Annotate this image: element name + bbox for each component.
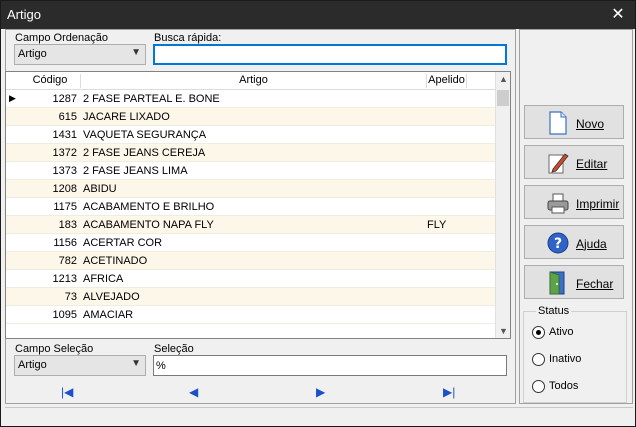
artigo-grid[interactable]: Código Artigo Apelido ▶ 1287 2 FASE PARTEA…	[5, 71, 511, 339]
cell-artigo: VAQUETA SEGURANÇA	[83, 129, 207, 141]
table-row[interactable]: 1431 VAQUETA SEGURANÇA	[6, 126, 496, 144]
sort-field-value: Artigo	[18, 48, 47, 60]
new-document-icon	[549, 111, 567, 135]
ajuda-button[interactable]: ? Ajuda	[524, 225, 624, 259]
table-row[interactable]: 615 JACARE LIXADO	[6, 108, 496, 126]
table-row[interactable]: 1208 ABIDU	[6, 180, 496, 198]
cell-artigo: ABIDU	[83, 183, 117, 195]
cell-codigo: 1095	[52, 309, 77, 321]
table-row[interactable]: 73 ALVEJADO	[6, 288, 496, 306]
printer-icon	[547, 193, 569, 214]
chevron-down-icon: ▼	[131, 47, 141, 58]
cell-artigo: ACETINADO	[83, 255, 148, 267]
quick-search-input[interactable]	[153, 44, 507, 65]
col-header-artigo[interactable]: Artigo	[81, 74, 427, 88]
cell-codigo: 615	[58, 111, 77, 123]
cell-artigo: 2 FASE JEANS CEREJA	[83, 147, 206, 159]
table-row[interactable]: 1373 2 FASE JEANS LIMA	[6, 162, 496, 180]
cell-artigo: ACABAMENTO E BRILHO	[83, 201, 215, 213]
scroll-thumb[interactable]	[497, 90, 509, 106]
svg-text:?: ?	[554, 236, 562, 252]
artigo-window: Artigo ✕ Campo Ordenação Artigo ▼ Busca …	[0, 0, 636, 427]
table-row[interactable]: 183 ACABAMENTO NAPA FLY FLY	[6, 216, 496, 234]
quick-search-label: Busca rápida:	[154, 32, 222, 44]
table-row[interactable]: 1156 ACERTAR COR	[6, 234, 496, 252]
novo-button[interactable]: Novo	[524, 105, 624, 139]
sort-field-combo[interactable]: Artigo ▼	[14, 44, 146, 65]
table-row[interactable]: 1213 AFRICA	[6, 270, 496, 288]
selection-input[interactable]	[153, 355, 507, 376]
cell-artigo: AFRICA	[83, 273, 124, 285]
edit-pencil-icon	[548, 153, 569, 174]
table-row[interactable]: 1372 2 FASE JEANS CEREJA	[6, 144, 496, 162]
status-group: Status Ativo Inativo Todos	[523, 305, 627, 403]
current-row-indicator-icon: ▶	[9, 93, 16, 103]
table-row[interactable]: 1175 ACABAMENTO E BRILHO	[6, 198, 496, 216]
nav-next-icon[interactable]: ▶	[316, 385, 325, 399]
radio-todos-label: Todos	[549, 380, 579, 392]
selection-label: Seleção	[154, 343, 194, 355]
selection-field-label: Campo Seleção	[15, 343, 94, 355]
col-header-codigo[interactable]: Código	[20, 74, 81, 88]
table-row[interactable]: 782 ACETINADO	[6, 252, 496, 270]
radio-inativo-label: Inativo	[549, 353, 582, 365]
cell-codigo: 1373	[52, 165, 77, 177]
help-icon: ?	[547, 232, 569, 254]
status-bar	[5, 407, 633, 425]
ajuda-label: Ajuda	[576, 237, 607, 251]
grid-header: Código Artigo Apelido	[6, 72, 496, 90]
cell-apelido: FLY	[427, 219, 447, 231]
nav-prev-icon[interactable]: ◀	[189, 385, 198, 399]
cell-codigo: 1287	[52, 93, 77, 105]
cell-codigo: 1156	[53, 237, 77, 249]
nav-last-icon[interactable]: ▶|	[443, 385, 455, 399]
cell-artigo: JACARE LIXADO	[83, 111, 170, 123]
scroll-up-icon[interactable]: ▲	[499, 74, 508, 84]
grid-rows: ▶ 1287 2 FASE PARTEAL E. BONE 615 JACARE LIX…	[6, 90, 496, 324]
cell-codigo: 782	[58, 255, 77, 267]
fechar-label: Fechar	[576, 277, 614, 291]
cell-artigo: 2 FASE PARTEAL E. BONE	[83, 93, 220, 105]
chevron-down-icon: ▼	[131, 358, 141, 369]
exit-door-icon	[549, 271, 565, 295]
cell-artigo: ALVEJADO	[83, 291, 140, 303]
status-legend: Status	[536, 305, 572, 317]
radio-ativo[interactable]	[532, 326, 545, 339]
col-header-apelido[interactable]: Apelido	[427, 74, 467, 88]
editar-button[interactable]: Editar	[524, 145, 624, 179]
table-row[interactable]: 1095 AMACIAR	[6, 306, 496, 324]
fechar-button[interactable]: Fechar	[524, 265, 624, 299]
grid-scrollbar[interactable]: ▲ ▼	[495, 72, 510, 338]
cell-codigo: 73	[64, 291, 77, 303]
cell-artigo: 2 FASE JEANS LIMA	[83, 165, 188, 177]
imprimir-button[interactable]: Imprimir	[524, 185, 624, 219]
radio-ativo-label: Ativo	[549, 326, 574, 338]
table-row[interactable]: ▶ 1287 2 FASE PARTEAL E. BONE	[6, 90, 496, 108]
cell-artigo: ACERTAR COR	[83, 237, 163, 249]
cell-artigo: AMACIAR	[83, 309, 134, 321]
imprimir-label: Imprimir	[576, 197, 620, 211]
selection-field-combo[interactable]: Artigo ▼	[14, 355, 146, 376]
cell-artigo: ACABAMENTO NAPA FLY	[83, 219, 214, 231]
scroll-down-icon[interactable]: ▼	[499, 326, 508, 336]
cell-codigo: 1213	[52, 273, 77, 285]
nav-first-icon[interactable]: |◀	[61, 385, 73, 399]
window-title: Artigo	[7, 7, 41, 22]
cell-codigo: 1175	[53, 201, 77, 213]
radio-inativo[interactable]	[532, 353, 545, 366]
selection-field-value: Artigo	[18, 359, 47, 371]
editar-label: Editar	[576, 157, 608, 171]
cell-codigo: 1208	[52, 183, 77, 195]
radio-todos[interactable]	[532, 380, 545, 393]
cell-codigo: 183	[58, 219, 77, 231]
title-bar: Artigo ✕	[1, 1, 635, 29]
sort-field-label: Campo Ordenação	[15, 32, 108, 44]
close-icon[interactable]: ✕	[601, 1, 635, 29]
cell-codigo: 1431	[52, 129, 77, 141]
cell-codigo: 1372	[52, 147, 77, 159]
novo-label: Novo	[576, 117, 605, 131]
